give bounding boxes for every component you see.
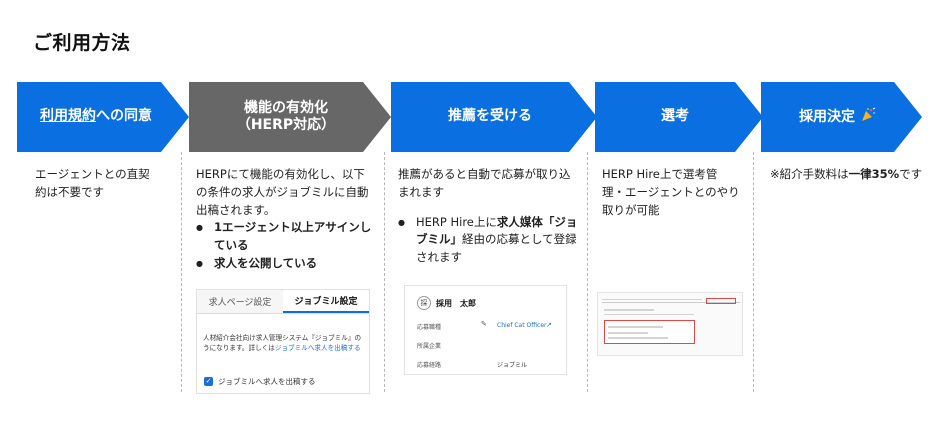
settings-tabs: 求人ページ設定 ジョブミル設定 — [197, 290, 369, 314]
screenshot-line — [608, 326, 663, 328]
settings-description: 人材紹介会社向け求人管理システム『ジョブミル』の うになります。詳しくはジョブミ… — [197, 314, 369, 354]
applicant-screenshot: 採 採用 太郎 応募職種 ✎ Chief Cat Officer ↗ 所属企業 … — [404, 285, 567, 375]
settings-description-line2: うになります。詳しくはジョブミルへ求人を出稿する — [203, 344, 363, 354]
step-receive-referral: 推薦を受ける — [391, 82, 597, 152]
job-title-value: Chief Cat Officer — [497, 322, 547, 329]
highlight-box — [706, 298, 736, 304]
applicant-name: 採用 太郎 — [436, 298, 476, 308]
column-divider — [384, 152, 385, 392]
step3-bullet: HERP Hire上に求人媒体「ジョブミル」経由の応募として登録されます — [398, 214, 578, 267]
avatar: 採 — [417, 296, 431, 310]
fee-note-text: です — [899, 167, 923, 181]
step-label: への同意 — [96, 108, 152, 125]
step4-description: HERP Hire上で選考管理・エージェントとのやり取りが可能 — [602, 167, 740, 217]
step-selection: 選考 — [595, 82, 763, 152]
tab-job-page-settings: 求人ページ設定 — [197, 290, 283, 313]
step-agree-terms: 利用規約への同意 — [17, 82, 189, 152]
screenshot-line — [604, 309, 654, 311]
screenshot-line — [608, 337, 668, 339]
settings-screenshot: 求人ページ設定 ジョブミル設定 人材紹介会社向け求人管理システム『ジョブミル』の… — [196, 289, 370, 394]
step3-bullet-text: HERP Hire上に — [416, 214, 497, 229]
settings-description-text: うになります。詳しくは — [203, 343, 275, 352]
tab-jobmill-settings: ジョブミル設定 — [283, 290, 369, 313]
step1-description: エージェントとの直契約は不要です — [35, 167, 150, 199]
highlight-box — [604, 320, 695, 344]
step-label: 採用決定 — [799, 109, 856, 126]
column-divider — [753, 152, 754, 392]
pencil-icon: ✎ — [481, 320, 487, 328]
fee-rate: 一律35% — [848, 167, 900, 181]
step5-description: ※紹介手数料は一律35%です — [770, 166, 940, 184]
publish-checkbox-label: ジョブミルへ求人を出稿する — [218, 377, 316, 386]
step-label: 推薦を受ける — [448, 108, 532, 125]
step-hire-decision: 採用決定 — [761, 82, 922, 152]
screenshot-line — [608, 332, 648, 334]
selection-screenshot — [597, 292, 743, 356]
step-enable-feature: 機能の有効化 （HERP対応） — [189, 82, 391, 152]
step-label-line2: （HERP対応） — [236, 117, 336, 133]
column-divider — [587, 152, 588, 392]
settings-help-link: ジョブミルへ求人を出稿する — [274, 343, 361, 352]
checkbox-checked-icon: ✓ — [204, 377, 213, 386]
step3-description: 推薦があると自動で応募が取り込まれます HERP Hire上に求人媒体「ジョブミ… — [398, 166, 578, 267]
step2-intro: HERPにて機能の有効化し、以下の条件の求人がジョブミルに自動出稿されます。 — [196, 167, 369, 217]
applicant-header: 採 採用 太郎 — [417, 296, 476, 310]
step-label-line1: 機能の有効化 — [243, 99, 328, 116]
row-label: 応募職種 — [417, 324, 442, 331]
publish-checkbox-row: ✓ ジョブミルへ求人を出稿する — [204, 376, 316, 387]
fee-note-text: ※紹介手数料は — [770, 167, 849, 181]
column-divider — [181, 152, 182, 392]
condition-item: 1エージェント以上アサインしている — [196, 219, 374, 255]
step3-intro: 推薦があると自動で応募が取り込まれます — [398, 167, 571, 199]
step2-description: HERPにて機能の有効化し、以下の条件の求人がジョブミルに自動出稿されます。 1… — [196, 166, 374, 273]
source-value: ジョブミル — [497, 362, 528, 369]
row-label: 所属企業 — [417, 343, 442, 350]
condition-item: 求人を公開している — [196, 255, 374, 273]
screenshot-line — [604, 314, 694, 315]
external-link-icon: ↗ — [546, 321, 552, 329]
process-steps: 利用規約への同意 機能の有効化 （HERP対応） 推薦を受ける 選考 採用決定 — [17, 82, 937, 152]
condition-list: 1エージェント以上アサインしている 求人を公開している — [196, 219, 374, 272]
settings-description-line1: 人材紹介会社向け求人管理システム『ジョブミル』の — [203, 334, 362, 342]
step-label: 選考 — [661, 108, 689, 125]
row-label: 応募経路 — [417, 362, 442, 369]
terms-link[interactable]: 利用規約 — [40, 108, 96, 124]
step3-bullets: HERP Hire上に求人媒体「ジョブミル」経由の応募として登録されます — [398, 214, 578, 267]
page-title: ご利用方法 — [33, 32, 131, 54]
party-popper-icon — [860, 107, 876, 123]
